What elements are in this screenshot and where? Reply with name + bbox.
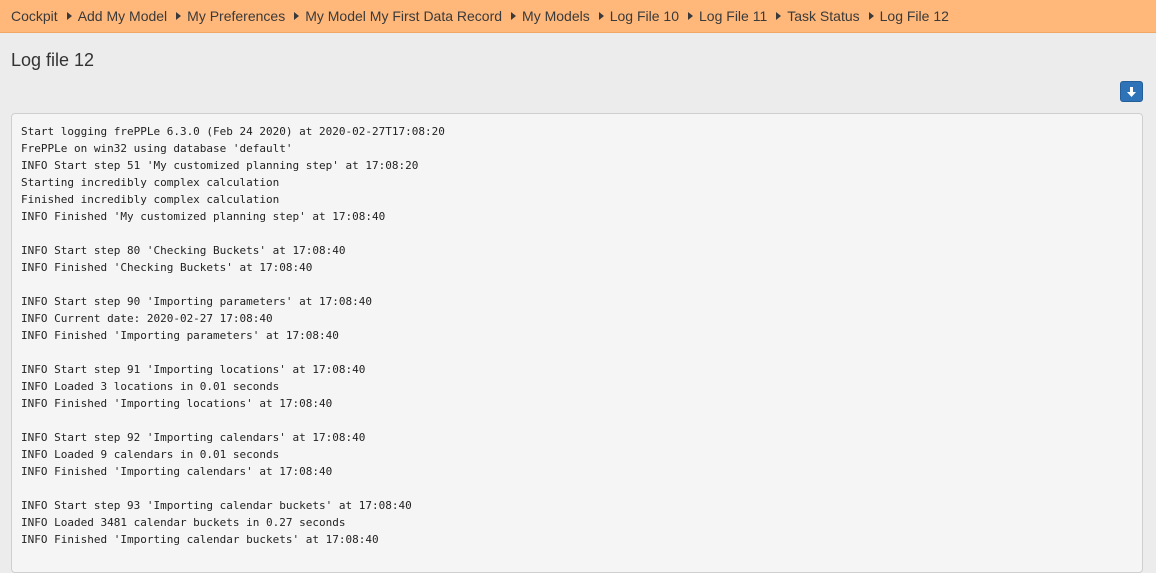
log-line: INFO Start step 90 'Importing parameters… <box>21 295 372 308</box>
breadcrumb: Cockpit Add My Model My Preferences My M… <box>0 0 1156 33</box>
breadcrumb-item-my-first-data-record: My Model My First Data Record <box>285 8 502 24</box>
log-line: INFO Finished 'Checking Buckets' at 17:0… <box>21 261 313 274</box>
breadcrumb-link[interactable]: Add My Model <box>78 8 167 24</box>
page-title: Log file 12 <box>11 50 95 70</box>
log-output: Start logging frePPLe 6.3.0 (Feb 24 2020… <box>11 113 1143 573</box>
breadcrumb-link[interactable]: My Model My First Data Record <box>305 8 502 24</box>
log-line: INFO Start step 93 'Importing calendar b… <box>21 499 412 512</box>
log-line: INFO Loaded 9 calendars in 0.01 seconds <box>21 448 280 461</box>
log-line: Finished incredibly complex calculation <box>21 193 280 206</box>
log-line: INFO Start step 80 'Checking Buckets' at… <box>21 244 346 257</box>
caret-right-icon <box>511 12 517 20</box>
breadcrumb-item-add-my-model: Add My Model <box>58 8 167 24</box>
breadcrumb-item-task-status: Task Status <box>767 8 860 24</box>
caret-right-icon <box>294 12 300 20</box>
log-line: INFO Start step 92 'Importing calendars'… <box>21 431 366 444</box>
breadcrumb-item-my-preferences: My Preferences <box>167 8 285 24</box>
log-line: INFO Finished 'Importing calendars' at 1… <box>21 465 333 478</box>
breadcrumb-item-log-file-12: Log File 12 <box>860 8 949 24</box>
breadcrumb-link[interactable]: Cockpit <box>11 8 58 24</box>
log-line: INFO Loaded 3481 calendar buckets in 0.2… <box>21 516 346 529</box>
log-line: Start logging frePPLe 6.3.0 (Feb 24 2020… <box>21 125 445 138</box>
log-line: INFO Current date: 2020-02-27 17:08:40 <box>21 312 273 325</box>
caret-right-icon <box>688 12 694 20</box>
caret-right-icon <box>868 12 874 20</box>
breadcrumb-link[interactable]: My Preferences <box>187 8 285 24</box>
breadcrumb-link[interactable]: Log File 10 <box>610 8 679 24</box>
log-line: FrePPLe on win32 using database 'default… <box>21 142 293 155</box>
log-line: INFO Finished 'My customized planning st… <box>21 210 386 223</box>
log-line: Starting incredibly complex calculation <box>21 176 280 189</box>
breadcrumb-item-cockpit: Cockpit <box>11 8 58 24</box>
log-line: INFO Finished 'Importing locations' at 1… <box>21 397 333 410</box>
caret-right-icon <box>66 12 72 20</box>
log-line: INFO Loaded 3 locations in 0.01 seconds <box>21 380 280 393</box>
log-line: INFO Finished 'Importing calendar bucket… <box>21 533 379 546</box>
caret-right-icon <box>176 12 182 20</box>
breadcrumb-link[interactable]: My Models <box>522 8 590 24</box>
breadcrumb-link[interactable]: Log File 11 <box>699 8 767 24</box>
breadcrumb-item-log-file-10: Log File 10 <box>590 8 679 24</box>
log-line: INFO Start step 91 'Importing locations'… <box>21 363 366 376</box>
breadcrumb-item-log-file-11: Log File 11 <box>679 8 767 24</box>
breadcrumb-link[interactable]: Log File 12 <box>880 8 949 24</box>
caret-right-icon <box>776 12 782 20</box>
caret-right-icon <box>598 12 604 20</box>
log-line: INFO Finished 'Importing parameters' at … <box>21 329 339 342</box>
log-line: INFO Start step 51 'My customized planni… <box>21 159 419 172</box>
arrow-down-icon <box>1127 86 1136 97</box>
download-button[interactable] <box>1120 81 1143 102</box>
breadcrumb-item-my-models: My Models <box>502 8 590 24</box>
breadcrumb-link[interactable]: Task Status <box>787 8 859 24</box>
